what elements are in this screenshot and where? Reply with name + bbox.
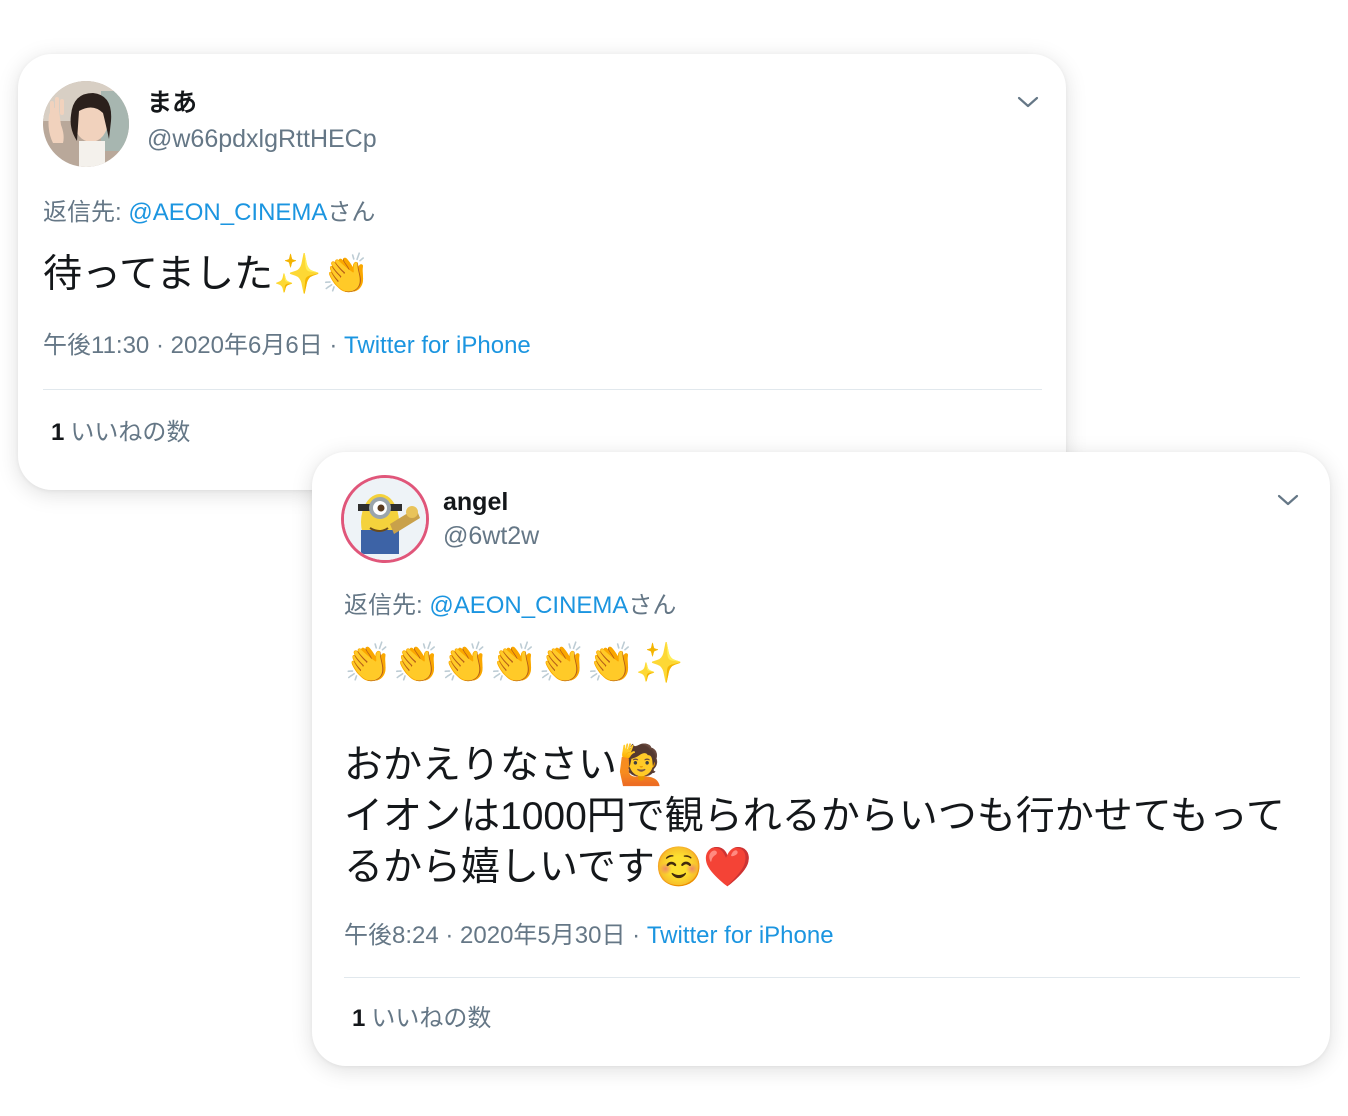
display-name[interactable]: まあ <box>147 88 197 118</box>
timestamp[interactable]: 午後8:24 · 2020年5月30日 · <box>344 922 647 949</box>
reply-suffix: さん <box>628 592 677 619</box>
reply-prefix: 返信先: <box>43 199 129 226</box>
tweet-card: angel @6wt2w 返信先: @AEON_CINEMAさん 👏👏👏👏👏👏✨… <box>312 452 1330 1066</box>
avatar-minion <box>344 478 426 560</box>
reply-mention-link[interactable]: @AEON_CINEMA <box>429 592 628 619</box>
reply-suffix: さん <box>327 199 376 226</box>
like-count: 1 <box>352 1005 366 1032</box>
tweet-text: 👏👏👏👏👏👏✨ おかえりなさい🙋 イオンは1000円で観られるからいつも行かせて… <box>344 642 1285 889</box>
user-handle[interactable]: @6wt2w <box>443 521 539 551</box>
chevron-down-icon[interactable] <box>1274 486 1302 514</box>
reply-prefix: 返信先: <box>344 592 430 619</box>
source-link[interactable]: Twitter for iPhone <box>344 332 531 359</box>
like-count: 1 <box>51 419 65 446</box>
tweet-text: 待ってました✨👏 <box>43 253 371 296</box>
display-name[interactable]: angel <box>443 487 508 517</box>
tweet-meta: 午後11:30 · 2020年6月6日 · Twitter for iPhone <box>43 331 531 361</box>
reply-context: 返信先: @AEON_CINEMAさん <box>344 591 676 621</box>
source-link[interactable]: Twitter for iPhone <box>647 922 834 949</box>
chevron-down-icon[interactable] <box>1014 88 1042 116</box>
divider <box>344 977 1300 978</box>
user-handle[interactable]: @w66pdxlgRttHECp <box>147 124 377 154</box>
avatar[interactable] <box>344 478 426 560</box>
avatar[interactable] <box>43 81 129 167</box>
tweet-card: まあ @w66pdxlgRttHECp 返信先: @AEON_CINEMAさん … <box>18 54 1066 490</box>
avatar-photo <box>43 81 129 167</box>
tweet-meta: 午後8:24 · 2020年5月30日 · Twitter for iPhone <box>344 921 834 951</box>
reply-context: 返信先: @AEON_CINEMAさん <box>43 198 375 228</box>
like-label: いいねの数 <box>70 419 191 446</box>
divider <box>43 389 1042 390</box>
reply-mention-link[interactable]: @AEON_CINEMA <box>128 199 327 226</box>
timestamp[interactable]: 午後11:30 · 2020年6月6日 · <box>43 332 344 359</box>
like-stats[interactable]: 1 いいねの数 <box>51 418 190 448</box>
like-stats[interactable]: 1 いいねの数 <box>352 1004 491 1034</box>
like-label: いいねの数 <box>371 1005 492 1032</box>
